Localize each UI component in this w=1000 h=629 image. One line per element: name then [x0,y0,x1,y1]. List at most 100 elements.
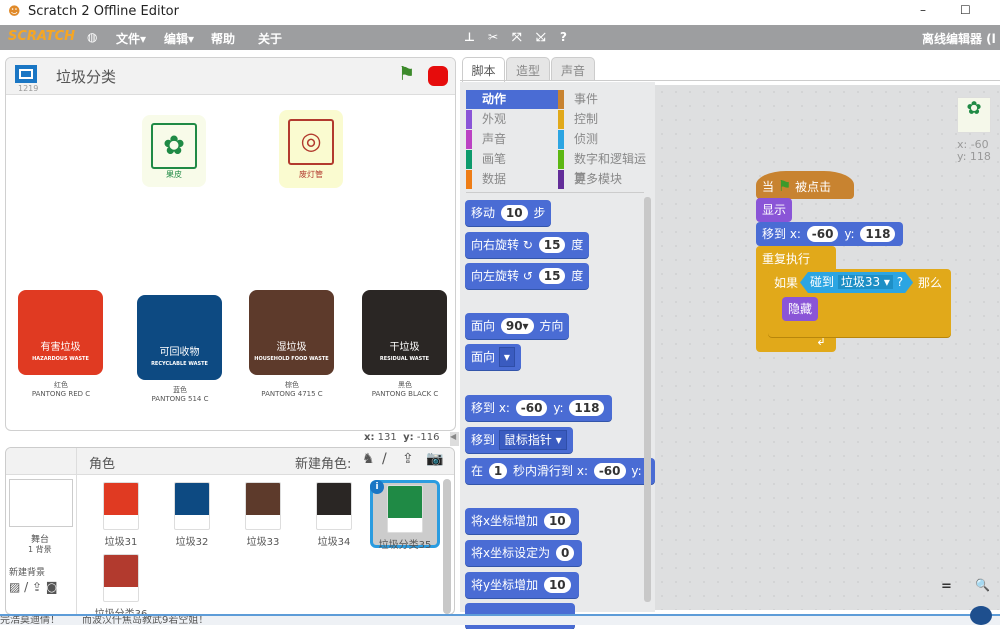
stage-thumbnail[interactable] [9,479,73,527]
sprite-y-readout: y: 118 [957,150,991,163]
category-3[interactable]: 控制 [558,110,650,129]
sign-lamp-tube[interactable]: ◎ 废灯管 [279,110,343,188]
category-4[interactable]: 声音 [466,130,558,149]
tab-2[interactable]: 声音 [551,57,595,81]
block-when-flag-clicked[interactable]: 当 ⚑ 被点击 [756,171,854,199]
sprite-item[interactable]: i 垃圾分类35 [370,480,440,551]
taskbar-strip: 完浩莫迪倩！ 而波汉仟焦岛教武9若空姐！ [0,614,1000,625]
stop-icon[interactable] [428,66,448,86]
block-move-steps[interactable]: 移动 10 步 [465,200,552,226]
block-turn-right[interactable]: 向右旋转 ↻ 15 度 [465,232,590,258]
new-backdrop-label: 新建背景 [9,568,46,578]
menu-edit[interactable]: 编辑▾ [164,30,194,47]
sprite-library-icon[interactable]: ♞ [362,451,375,467]
block-glide[interactable]: 在 1 秒内滑行到 x: -60 y: [465,458,655,484]
category-0[interactable]: 动作 [466,90,558,109]
block-goto[interactable]: 移到 鼠标指针 ▾ [465,427,573,453]
sprite-item[interactable]: 垃圾31 [86,480,156,548]
sprite-item[interactable]: 垃圾33 [228,480,298,548]
paint-brush-icon[interactable]: / [382,451,387,467]
sign-caption: 蓝色 PANTONG 514 C [151,386,209,403]
grow-icon[interactable]: ⤧ [512,30,522,45]
duplicate-stamp-icon[interactable]: ⊥ [464,30,475,44]
ime-icon[interactable] [970,606,992,625]
script-area[interactable]: ✿ x: -60 y: 118 当 ⚑ 被点击 显示 移到 x: -60 y: … [655,85,1000,610]
sprite-thumbnail [174,482,210,530]
sprite-item[interactable]: 垃圾34 [299,480,369,548]
sprite-thumbnail [103,554,139,602]
sign-1[interactable]: 可回收物 RECYCLABLE WASTE [137,295,222,380]
delete-scissors-icon[interactable]: ✂ [488,30,498,44]
sign-3[interactable]: 干垃圾 RESIDUAL WASTE [362,290,447,375]
block-hide[interactable]: 隐藏 [782,297,819,321]
block-point-towards[interactable]: 面向 ▾ [465,344,521,370]
mouse-coords: x: 131 y: -116 [364,432,440,443]
sign-caption: 黑色 PANTONG BLACK C [371,381,439,398]
sign-label: 果皮 [166,170,182,179]
block-set-x[interactable]: 将x坐标设定为 0 [465,540,583,566]
upload-icon[interactable]: ⇪ [402,451,414,467]
menu-about[interactable]: 关于 [258,30,282,47]
green-flag-icon[interactable]: ⚑ [398,63,415,85]
offline-editor-label: 离线编辑器 (l [922,32,996,46]
sign-2[interactable]: 湿垃圾 HOUSEHOLD FOOD WASTE [249,290,334,375]
maximize-button[interactable]: ☐ [960,3,971,17]
category-8[interactable]: 数据 [466,170,558,189]
palette-scrollbar[interactable] [644,197,651,602]
new-sprite-label: 新建角色: [295,457,352,472]
shrink-icon[interactable]: ⤩ [536,30,546,45]
sprite-item[interactable]: 垃圾分类36 [86,552,156,614]
tab-0[interactable]: 脚本 [462,57,505,82]
lamp-icon: ◎ [288,119,334,165]
leaf-icon: ✿ [151,123,197,169]
backdrop-count: 1 背景 [28,545,52,554]
sign-0[interactable]: 有害垃圾 HAZARDOUS WASTE [18,290,103,375]
category-7[interactable]: 数字和逻辑运算 [558,150,650,185]
minimize-button[interactable]: – [920,3,926,17]
block-show[interactable]: 显示 [756,198,793,222]
sprite-thumbnail: ✿ [957,97,991,133]
collapse-stage-button[interactable]: ◀ [450,432,459,446]
sprite-scrollbar[interactable] [443,479,451,614]
block-goto-xy[interactable]: 移到 x: -60 y: 118 [756,222,904,246]
block-change-x[interactable]: 将x坐标增加 10 [465,508,579,534]
sprite-name: 垃圾32 [175,537,209,548]
fullscreen-icon[interactable] [15,65,37,83]
info-icon[interactable]: i [370,480,384,494]
category-6[interactable]: 画笔 [466,150,558,169]
sprite-name: 垃圾34 [317,537,351,548]
menu-file[interactable]: 文件▾ [116,30,146,47]
block-goto-xy[interactable]: 移到 x: -60 y: 118 [465,395,613,421]
rotate-left-icon: ↺ [522,269,533,283]
scratch-cat-icon: ☻ [8,4,21,18]
window-title: Scratch 2 Offline Editor [28,4,179,19]
block-point-direction[interactable]: 面向 90▾ 方向 [465,313,570,339]
category-5[interactable]: 侦测 [558,130,650,149]
zoom-in-button[interactable]: 🔍 [975,578,990,592]
help-icon[interactable]: ? [560,30,567,44]
sign-caption: 红色 PANTONG RED C [31,381,91,398]
category-9[interactable]: 更多模块 [558,170,650,189]
category-2[interactable]: 外观 [466,110,558,129]
stage-panel: 1219 垃圾分类 ⚑ ✿ 果皮 ◎ 废灯管 有害垃圾 HAZARDOUS WAS… [5,57,456,431]
sensing-touching-block: 碰到 垃圾33 ▾ ? [800,272,913,293]
backdrop-icons[interactable]: ▨ / ⇪ ◙ [9,580,58,594]
camera-icon[interactable]: 📷 [426,451,443,467]
globe-icon[interactable]: ◍ [87,30,97,44]
stage-header: 1219 垃圾分类 ⚑ [6,58,455,95]
zoom-reset-button[interactable]: = [941,579,952,594]
block-change-y[interactable]: 将y坐标增加 10 [465,572,579,598]
palette-divider [466,192,644,193]
sprite-thumbnail [103,482,139,530]
rotate-right-icon: ↻ [522,238,533,252]
menu-bar: SCRATCH ◍ 文件▾ 编辑▾ 帮助 关于 ⊥ ✂ ⤧ ⤩ ? 离线编辑器 … [0,25,1000,50]
tab-1[interactable]: 造型 [506,57,550,81]
category-1[interactable]: 事件 [558,90,650,109]
menu-help[interactable]: 帮助 [211,30,235,47]
project-title[interactable]: 垃圾分类 [56,66,116,87]
block-turn-left[interactable]: 向左旋转 ↺ 15 度 [465,263,590,289]
sign-fruit-peel[interactable]: ✿ 果皮 [142,115,206,187]
scratch-logo[interactable]: SCRATCH [8,29,75,44]
sprites-header: 角色 [89,457,116,472]
sprite-item[interactable]: 垃圾32 [157,480,227,548]
